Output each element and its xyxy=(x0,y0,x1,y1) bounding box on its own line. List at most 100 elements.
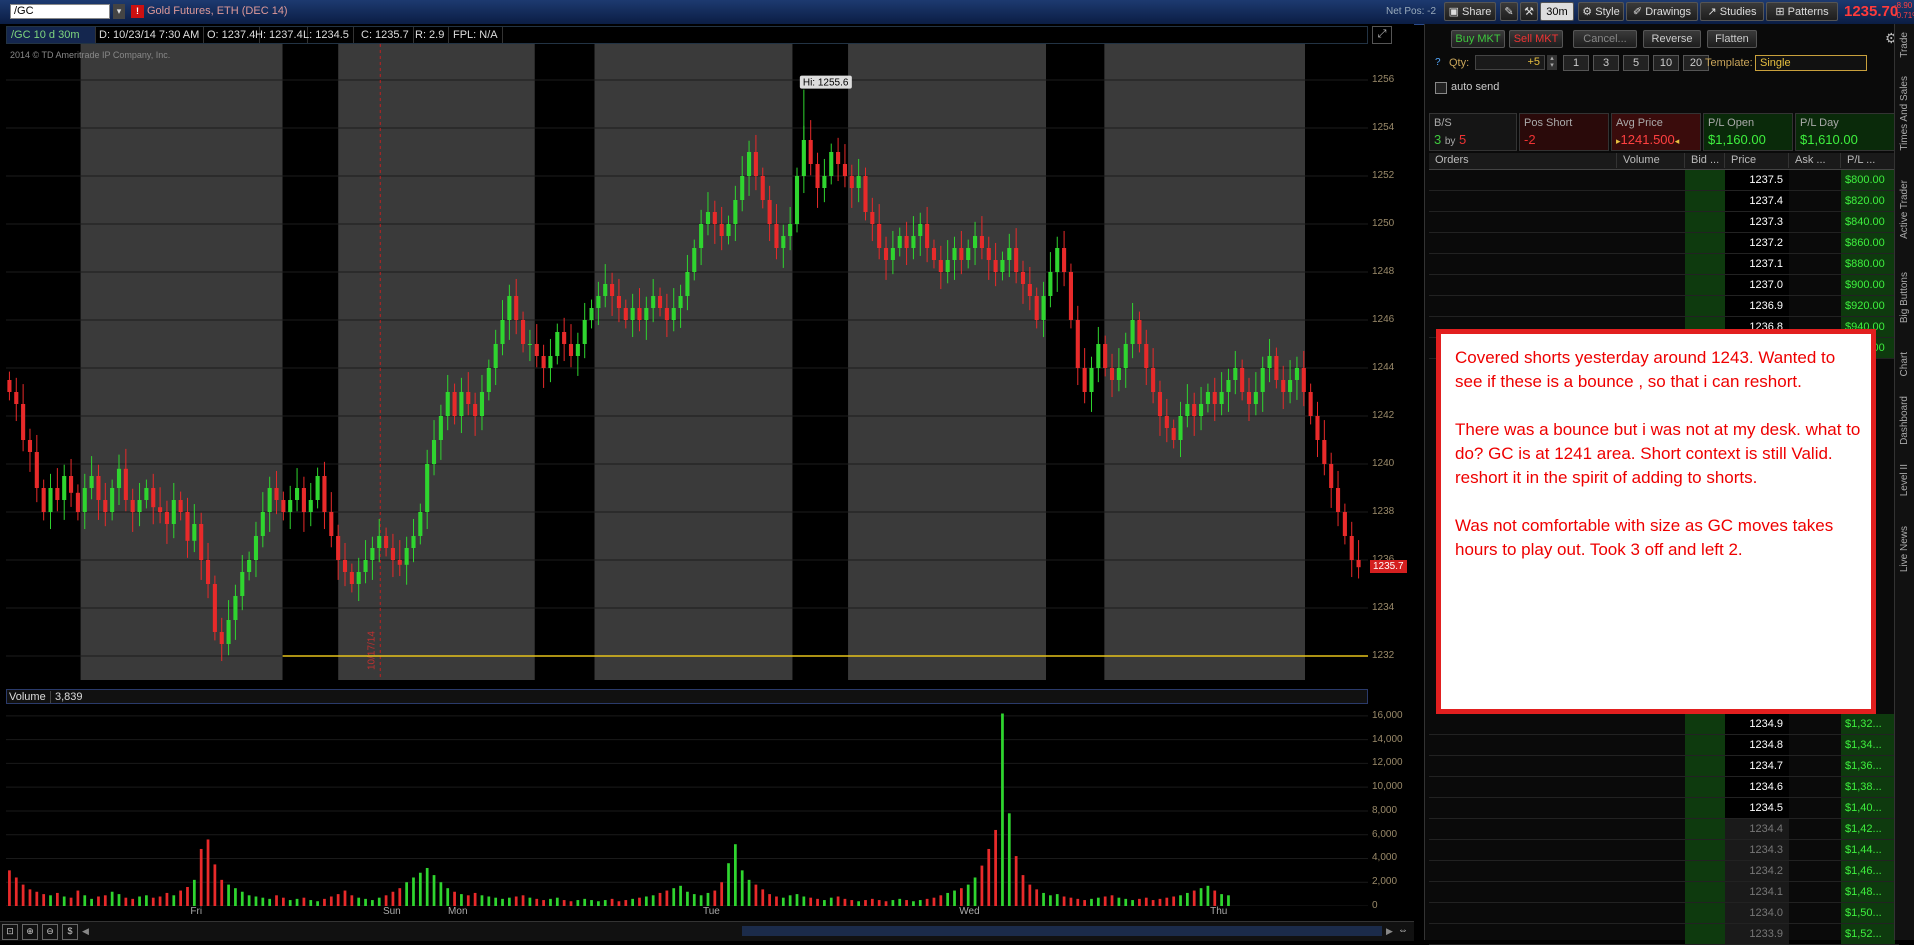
bid-cell[interactable] xyxy=(1685,275,1725,295)
symbol-dropdown-icon[interactable]: ▾ xyxy=(113,4,125,19)
bid-cell[interactable] xyxy=(1685,254,1725,274)
bid-cell[interactable] xyxy=(1685,714,1725,734)
ladder-price[interactable]: 1237.3 xyxy=(1725,212,1789,232)
ladder-price[interactable]: 1234.8 xyxy=(1725,735,1789,755)
bid-cell[interactable] xyxy=(1685,861,1725,881)
ladder-price[interactable]: 1234.3 xyxy=(1725,840,1789,860)
side-tab[interactable]: Trade xyxy=(1899,32,1910,58)
zoom-in-icon[interactable]: ⊕ xyxy=(22,924,38,940)
ladder-price[interactable]: 1236.9 xyxy=(1725,296,1789,316)
ladder-row[interactable]: 1237.3 $840.00 xyxy=(1429,212,1899,233)
ladder-row[interactable]: 1234.4 $1,42... xyxy=(1429,819,1899,840)
symbol-input[interactable]: /GC xyxy=(10,4,110,19)
bid-cell[interactable] xyxy=(1685,882,1725,902)
scroll-left-icon[interactable]: ◀ xyxy=(82,926,89,937)
zoom-icon[interactable]: ⊡ xyxy=(2,924,18,940)
side-tab[interactable]: Big Buttons xyxy=(1899,272,1910,323)
qty-preset-button[interactable]: 1 xyxy=(1563,55,1589,71)
ladder-price[interactable]: 1233.9 xyxy=(1725,924,1789,944)
side-tab[interactable]: Dashboard xyxy=(1899,396,1910,445)
ladder-price[interactable]: 1234.2 xyxy=(1725,861,1789,881)
expand-horizontal-icon[interactable]: ⇔ xyxy=(1398,925,1408,936)
qty-stepper-icon[interactable]: ▴ ▾ xyxy=(1547,55,1557,70)
bid-cell[interactable] xyxy=(1685,840,1725,860)
ladder-price[interactable]: 1234.7 xyxy=(1725,756,1789,776)
side-tab[interactable]: Level II xyxy=(1899,464,1910,496)
bid-cell[interactable] xyxy=(1685,735,1725,755)
ladder-row[interactable]: 1234.6 $1,38... xyxy=(1429,777,1899,798)
ladder-column-header[interactable]: Orders xyxy=(1429,153,1617,168)
ladder-price[interactable]: 1234.6 xyxy=(1725,777,1789,797)
buy-mkt-button[interactable]: Buy MKT xyxy=(1451,30,1505,48)
bid-cell[interactable] xyxy=(1685,170,1725,190)
reverse-button[interactable]: Reverse xyxy=(1643,30,1701,48)
side-tab[interactable]: Active Trader xyxy=(1899,180,1910,239)
ladder-row[interactable]: 1237.1 $880.00 xyxy=(1429,254,1899,275)
sell-mkt-button[interactable]: Sell MKT xyxy=(1509,30,1563,48)
auto-send-checkbox[interactable] xyxy=(1435,82,1447,94)
side-tab[interactable]: Times And Sales xyxy=(1899,76,1910,151)
bid-cell[interactable] xyxy=(1685,212,1725,232)
ladder-row[interactable]: 1234.9 $1,32... xyxy=(1429,714,1899,735)
ladder-price[interactable]: 1234.0 xyxy=(1725,903,1789,923)
timeframe-button[interactable]: 30m xyxy=(1540,2,1574,21)
template-select[interactable]: Single xyxy=(1755,55,1867,71)
ladder-row[interactable]: 1237.4 $820.00 xyxy=(1429,191,1899,212)
ladder-row[interactable]: 1233.9 $1,52... xyxy=(1429,924,1899,945)
qty-preset-button[interactable]: 3 xyxy=(1593,55,1619,71)
help-icon[interactable]: ? xyxy=(1435,57,1441,68)
bid-cell[interactable] xyxy=(1685,924,1725,944)
scroll-right-icon[interactable]: ▶ xyxy=(1386,926,1393,937)
ladder-price[interactable]: 1234.1 xyxy=(1725,882,1789,902)
studies-button[interactable]: ↗ Studies xyxy=(1700,2,1764,21)
ladder-row[interactable]: 1234.2 $1,46... xyxy=(1429,861,1899,882)
ladder-price[interactable]: 1234.4 xyxy=(1725,819,1789,839)
ladder-price[interactable]: 1234.9 xyxy=(1725,714,1789,734)
ladder-row[interactable]: 1234.0 $1,50... xyxy=(1429,903,1899,924)
dollar-icon[interactable]: $ xyxy=(62,924,78,940)
bid-cell[interactable] xyxy=(1685,903,1725,923)
ladder-price[interactable]: 1234.5 xyxy=(1725,798,1789,818)
ladder-column-header[interactable]: Price xyxy=(1725,153,1789,168)
ladder-row[interactable]: 1234.1 $1,48... xyxy=(1429,882,1899,903)
bid-cell[interactable] xyxy=(1685,798,1725,818)
ladder-row[interactable]: 1237.5 $800.00 xyxy=(1429,170,1899,191)
ladder-row[interactable]: 1237.0 $900.00 xyxy=(1429,275,1899,296)
ladder-row[interactable]: 1234.7 $1,36... xyxy=(1429,756,1899,777)
expand-icon[interactable]: ⤢ xyxy=(1372,26,1392,44)
ladder-column-header[interactable]: P/L ... xyxy=(1841,153,1895,168)
ladder-row[interactable]: 1236.9 $920.00 xyxy=(1429,296,1899,317)
share-button[interactable]: ▣ Share xyxy=(1444,2,1496,21)
ladder-column-header[interactable]: Ask ... xyxy=(1789,153,1841,168)
bid-cell[interactable] xyxy=(1685,819,1725,839)
volume-chart[interactable] xyxy=(6,704,1368,906)
ladder-price[interactable]: 1237.5 xyxy=(1725,170,1789,190)
side-tab[interactable]: Chart xyxy=(1899,352,1910,376)
bid-cell[interactable] xyxy=(1685,756,1725,776)
bid-cell[interactable] xyxy=(1685,296,1725,316)
drawings-button[interactable]: ✐ Drawings xyxy=(1626,2,1698,21)
ladder-price[interactable]: 1237.1 xyxy=(1725,254,1789,274)
patterns-button[interactable]: ⊞ Patterns xyxy=(1766,2,1838,21)
bid-cell[interactable] xyxy=(1685,233,1725,253)
ladder-row[interactable]: 1237.2 $860.00 xyxy=(1429,233,1899,254)
ladder-column-header[interactable]: Volume xyxy=(1617,153,1685,168)
cancel-button[interactable]: Cancel... xyxy=(1573,30,1637,48)
price-ladder-bottom[interactable]: 1234.9 $1,32... 1234.8 $1,34... 1234.7 $1,36.… xyxy=(1429,714,1899,945)
qty-preset-button[interactable]: 10 xyxy=(1653,55,1679,71)
bid-cell[interactable] xyxy=(1685,777,1725,797)
price-chart[interactable]: 10/17/14 Hi: 1255.6 xyxy=(6,44,1368,680)
wrench-icon[interactable]: ⚒ xyxy=(1520,2,1538,21)
side-tab[interactable]: Live News xyxy=(1899,526,1910,572)
zoom-out-icon[interactable]: ⊖ xyxy=(42,924,58,940)
bid-cell[interactable] xyxy=(1685,191,1725,211)
ladder-row[interactable]: 1234.3 $1,44... xyxy=(1429,840,1899,861)
ladder-price[interactable]: 1237.2 xyxy=(1725,233,1789,253)
ladder-price[interactable]: 1237.0 xyxy=(1725,275,1789,295)
ladder-column-header[interactable]: Bid ... xyxy=(1685,153,1725,168)
flatten-button[interactable]: Flatten xyxy=(1707,30,1757,48)
qty-preset-button[interactable]: 5 xyxy=(1623,55,1649,71)
qty-input[interactable]: +5 xyxy=(1475,55,1545,70)
ladder-row[interactable]: 1234.8 $1,34... xyxy=(1429,735,1899,756)
pencil-icon[interactable]: ✎ xyxy=(1500,2,1518,21)
